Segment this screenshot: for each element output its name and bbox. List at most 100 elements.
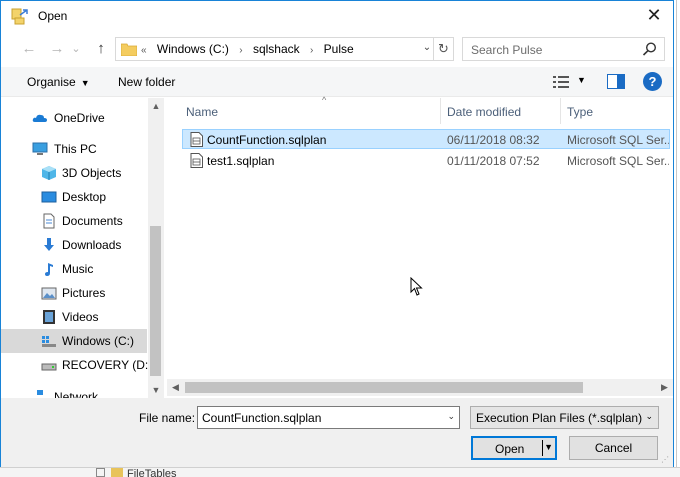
chevron-down-icon: ⌄ xyxy=(645,411,653,421)
sidebar-item-desktop[interactable]: Desktop xyxy=(1,185,147,209)
breadcrumb-separator-icon[interactable]: › xyxy=(310,45,313,56)
sidebar-item-onedrive[interactable]: OneDrive xyxy=(1,106,147,130)
sidebar-item-recovery-d[interactable]: RECOVERY (D:) xyxy=(1,353,149,377)
cloud-icon xyxy=(32,114,47,122)
breadcrumb: « Windows (C:) › sqlshack › Pulse xyxy=(141,42,361,56)
column-header-label: Type xyxy=(567,105,594,119)
new-folder-button[interactable]: New folder xyxy=(118,75,175,89)
sort-ascending-icon: ^ xyxy=(322,95,327,105)
address-dropdown-icon[interactable]: ⌄ xyxy=(421,42,433,56)
organise-button[interactable]: Organise ▼ xyxy=(27,75,90,89)
breadcrumb-separator-icon[interactable]: › xyxy=(239,45,242,56)
sidebar-item-videos[interactable]: Videos xyxy=(1,305,147,329)
search-placeholder: Search Pulse xyxy=(471,43,543,57)
picture-icon xyxy=(41,287,57,300)
scroll-down-icon[interactable]: ▼ xyxy=(148,382,164,398)
command-bar: Organise ▼ New folder ▼ ? xyxy=(1,67,673,97)
download-icon xyxy=(44,238,54,251)
open-options-dropdown-icon[interactable]: ▼ xyxy=(544,442,553,452)
background-tree-label: FileTables xyxy=(127,468,177,477)
desktop-icon xyxy=(41,191,57,203)
column-header-date-modified[interactable]: Date modified xyxy=(441,98,561,124)
close-button[interactable]: ✕ xyxy=(641,3,667,29)
search-icon[interactable] xyxy=(642,41,658,57)
table-row[interactable]: CountFunction.sqlplan 06/11/2018 08:32 M… xyxy=(182,129,670,149)
preview-pane-icon[interactable] xyxy=(607,74,625,89)
sqlplan-file-icon xyxy=(190,153,203,168)
navigation-pane: OneDrive This PC 3D Objects Desktop Docu… xyxy=(1,98,149,398)
address-bar[interactable]: « Windows (C:) › sqlshack › Pulse ⌄ ↻ xyxy=(115,37,454,61)
file-type: Microsoft SQL Ser... xyxy=(567,154,669,168)
horizontal-scrollbar[interactable]: ◀ ▶ xyxy=(167,379,673,396)
breadcrumb-item-pulse[interactable]: Pulse xyxy=(324,42,354,56)
title-bar[interactable]: Open ✕ xyxy=(1,1,673,31)
recent-locations-button[interactable]: ⌄ xyxy=(69,39,83,59)
sidebar-item-this-pc[interactable]: This PC xyxy=(1,137,147,161)
breadcrumb-item-sqlshack[interactable]: sqlshack xyxy=(253,42,300,56)
folder-icon xyxy=(121,43,137,56)
sqlplan-file-icon xyxy=(190,132,203,147)
column-header-name[interactable]: ^ Name xyxy=(182,95,441,124)
close-icon: ✕ xyxy=(646,5,662,25)
back-button[interactable]: ← xyxy=(19,39,39,59)
breadcrumb-overflow-icon[interactable]: « xyxy=(141,45,147,56)
navigation-scrollbar[interactable]: ▲ ▼ xyxy=(148,98,164,398)
sidebar-item-label: 3D Objects xyxy=(62,166,122,180)
file-name-input[interactable]: CountFunction.sqlplan ⌄ xyxy=(197,406,460,429)
sidebar-item-music[interactable]: Music xyxy=(1,257,147,281)
sidebar-item-label: Pictures xyxy=(62,286,106,300)
drive-icon xyxy=(41,363,57,371)
sidebar-item-3d-objects[interactable]: 3D Objects xyxy=(1,161,147,185)
file-name: test1.sqlplan xyxy=(207,154,275,168)
cancel-button[interactable]: Cancel xyxy=(569,436,658,460)
open-button-label: Open xyxy=(495,442,525,456)
sidebar-item-label: This PC xyxy=(54,142,97,156)
help-icon[interactable]: ? xyxy=(643,72,662,91)
file-type-filter-value: Execution Plan Files (*.sqlplan) xyxy=(476,411,643,425)
refresh-icon[interactable]: ↻ xyxy=(433,38,453,60)
file-type-filter-select[interactable]: Execution Plan Files (*.sqlplan) ⌄ xyxy=(470,406,659,429)
view-dropdown-icon[interactable]: ▼ xyxy=(577,75,586,85)
caret-down-icon: ▼ xyxy=(80,78,90,88)
background-tree-item: FileTables xyxy=(96,468,177,477)
sidebar-item-windows-c[interactable]: Windows (C:) xyxy=(1,329,147,353)
background-window-edge xyxy=(674,0,680,477)
sidebar-item-network[interactable]: Network xyxy=(1,385,147,398)
drive-icon xyxy=(42,336,56,347)
computer-icon xyxy=(32,142,48,155)
background-window-strip: FileTables xyxy=(0,467,680,477)
sidebar-item-documents[interactable]: Documents xyxy=(1,209,147,233)
window-title: Open xyxy=(38,9,68,23)
cube-icon xyxy=(42,166,56,180)
chevron-down-icon: ⌄ xyxy=(71,43,81,55)
scroll-up-icon[interactable]: ▲ xyxy=(148,98,164,114)
breadcrumb-item-windows-c[interactable]: Windows (C:) xyxy=(157,42,229,56)
resize-grip-icon[interactable]: ⋰ xyxy=(661,455,671,465)
file-list: ^ Name Date modified Type CountFunction.… xyxy=(166,95,673,398)
back-arrow-icon: ← xyxy=(21,40,37,57)
sidebar-item-label: Windows (C:) xyxy=(62,334,135,348)
column-header-label: Date modified xyxy=(447,105,522,119)
forward-button[interactable]: → xyxy=(47,39,67,59)
sidebar-item-label: OneDrive xyxy=(54,111,105,125)
scroll-right-icon[interactable]: ▶ xyxy=(656,379,673,396)
scrollbar-thumb[interactable] xyxy=(185,382,583,393)
music-icon xyxy=(45,263,53,276)
scrollbar-thumb[interactable] xyxy=(150,226,161,376)
navigation-bar: ← → ⌄ ↑ « Windows (C:) › sqlshack › Puls… xyxy=(1,35,673,63)
chevron-down-icon[interactable]: ⌄ xyxy=(447,411,455,422)
open-button[interactable]: Open ▼ xyxy=(471,436,557,460)
search-input[interactable]: Search Pulse xyxy=(462,37,665,61)
sidebar-item-downloads[interactable]: Downloads xyxy=(1,233,147,257)
view-options-icon[interactable] xyxy=(553,75,569,89)
column-header-type[interactable]: Type xyxy=(561,98,671,124)
up-button[interactable]: ↑ xyxy=(91,39,111,59)
file-name-value: CountFunction.sqlplan xyxy=(202,411,322,425)
file-name-label: File name: xyxy=(139,411,196,425)
mouse-cursor-icon xyxy=(410,277,423,296)
table-row[interactable]: test1.sqlplan 01/11/2018 07:52 Microsoft… xyxy=(182,150,670,170)
split-divider xyxy=(542,440,543,456)
sidebar-item-label: RECOVERY (D:) xyxy=(62,358,149,372)
scroll-left-icon[interactable]: ◀ xyxy=(167,379,184,396)
sidebar-item-pictures[interactable]: Pictures xyxy=(1,281,147,305)
